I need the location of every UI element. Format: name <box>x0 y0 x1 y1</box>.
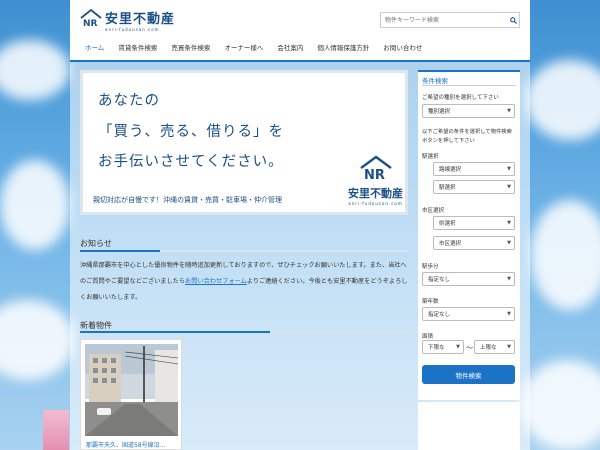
keyword-search <box>380 12 520 28</box>
condition-description: 以下ご希望の条件を選択して物件検索ボタンを押して下さい <box>422 129 512 144</box>
property-search-button[interactable]: 物件検索 <box>422 365 515 384</box>
contact-form-link[interactable]: お問い合わせフォーム <box>185 278 247 285</box>
chevron-down-icon: ▼ <box>507 184 511 190</box>
notice-text: 沖縄県那覇市を中心とした優良物件を随時追加更新しておりますので、ぜひチェックお願… <box>80 262 408 301</box>
notice-title: お知らせ <box>80 239 112 248</box>
station-label: 駅選択 <box>422 154 439 160</box>
chevron-down-icon: ▼ <box>507 311 511 317</box>
logo-name: 安里不動産 <box>105 12 176 27</box>
logo-domain: anri-fudousan.com <box>105 27 160 32</box>
nav-contact[interactable]: お問い合わせ <box>376 35 429 61</box>
listing-card[interactable]: 那覇市天久、国道58号線沿... <box>80 339 182 450</box>
hero-logo: NR 安里不動産 anri-fudousan.com <box>348 155 403 206</box>
main-nav: ホーム 賃貸条件検索 売買条件検索 オーナー様へ 会社案内 個人情報保護方針 お… <box>70 36 530 62</box>
site-header: NR 安里不動産 anri-fudousan.com <box>70 0 530 36</box>
chevron-down-icon: ▼ <box>507 108 511 114</box>
house-logo-icon: NR <box>359 155 392 183</box>
nav-rental-search[interactable]: 賃貸条件検索 <box>111 35 164 61</box>
station-select[interactable]: 駅選択 ▼ <box>433 180 515 194</box>
building-age-label: 築年数 <box>422 299 439 305</box>
hero-tagline: 親切対応が自慢です！沖縄の賃貸・売買・駐車場・仲介管理 <box>93 196 282 204</box>
hero-line-3: お手伝いさせてください。 <box>98 154 284 170</box>
background-building <box>43 410 69 450</box>
nav-privacy[interactable]: 個人情報保護方針 <box>310 35 376 61</box>
listing-photo <box>85 344 178 436</box>
new-listings-title: 新着物件 <box>80 321 112 330</box>
chevron-down-icon: ▼ <box>507 220 511 226</box>
nav-owners[interactable]: オーナー様へ <box>217 35 270 61</box>
city-select[interactable]: 市区選択 ▼ <box>433 236 515 250</box>
listing-caption[interactable]: 那覇市天久、国道58号線沿... <box>86 440 165 449</box>
type-select[interactable]: 種別選択 ▼ <box>422 104 515 118</box>
area-label: 市区選択 <box>422 208 445 214</box>
chevron-down-icon: ▼ <box>456 344 460 350</box>
new-listings-divider <box>80 331 408 333</box>
house-logo-icon: NR <box>80 8 102 28</box>
range-separator: 〜 <box>466 344 473 352</box>
hero-line-1: あなたの <box>98 93 160 109</box>
chevron-down-icon: ▼ <box>507 240 511 246</box>
search-icon[interactable] <box>507 13 519 27</box>
site-logo[interactable]: NR 安里不動産 anri-fudousan.com <box>80 8 175 33</box>
area-max-select[interactable]: 上限な ▼ <box>474 340 515 354</box>
nav-sale-search[interactable]: 売買条件検索 <box>164 35 217 61</box>
svg-text:NR: NR <box>364 168 385 181</box>
hero-line-2: 「買う、売る、借りる」を <box>98 124 284 140</box>
sidebar-divider <box>422 85 516 86</box>
sidebar-condition-search: 条件検索 ご希望の種別を選択して下さい 種別選択 ▼ 以下ご希望の条件を選択して物… <box>418 70 520 400</box>
walk-minutes-label: 駅歩分 <box>422 264 439 270</box>
chevron-down-icon: ▼ <box>507 344 511 350</box>
nav-company[interactable]: 会社案内 <box>270 35 310 61</box>
floor-area-label: 面積 <box>422 334 434 340</box>
hero-banner: あなたの 「買う、売る、借りる」を お手伝いさせてください。 親切対応が自慢です… <box>80 70 408 215</box>
hero-logo-domain: anri-fudousan.com <box>348 201 403 206</box>
chevron-down-icon: ▼ <box>507 166 511 172</box>
svg-text:NR: NR <box>83 19 98 28</box>
building-age-select[interactable]: 指定なし ▼ <box>422 307 515 321</box>
sidebar-widget-2 <box>418 402 520 450</box>
notice-divider <box>80 250 408 252</box>
walk-minutes-select[interactable]: 指定なし ▼ <box>422 272 515 286</box>
search-input[interactable] <box>381 13 507 27</box>
chevron-down-icon: ▼ <box>507 276 511 282</box>
type-prompt: ご希望の種別を選択して下さい <box>422 95 499 101</box>
nav-home[interactable]: ホーム <box>78 35 111 61</box>
prefecture-select[interactable]: 県選択 ▼ <box>433 216 515 230</box>
area-min-select[interactable]: 下限な ▼ <box>422 340 464 354</box>
line-select[interactable]: 路線選択 ▼ <box>433 162 515 176</box>
hero-logo-name: 安里不動産 <box>348 187 403 200</box>
